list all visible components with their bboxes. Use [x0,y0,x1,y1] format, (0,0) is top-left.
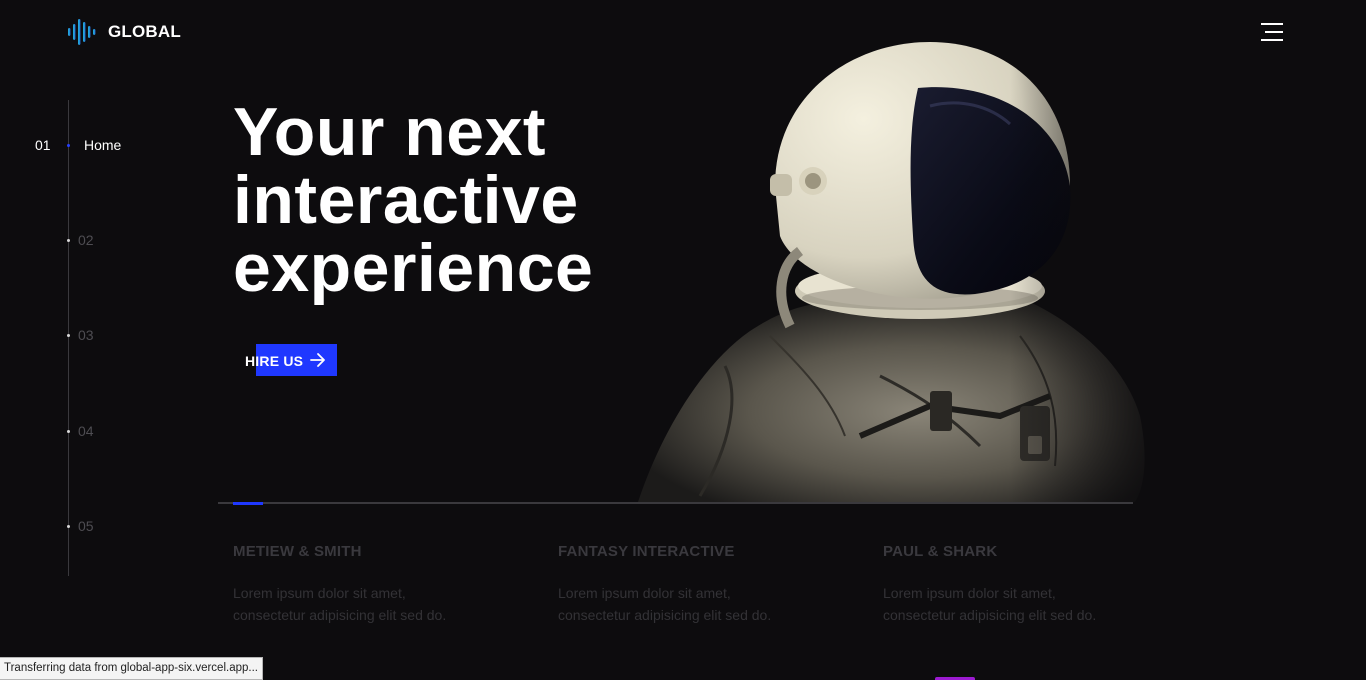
slider-divider [218,502,1133,504]
hero-title-line-3: experience [233,230,594,306]
side-nav-item-05[interactable]: 05 [0,516,200,536]
side-nav-number: 01 [35,137,51,153]
side-nav-number: 04 [78,423,94,439]
side-nav-dot [67,525,70,528]
client-item[interactable]: METIEW & SMITH Lorem ipsum dolor sit ame… [233,543,513,626]
side-nav-dot [67,144,70,147]
side-nav-number: 05 [78,518,94,534]
client-name: METIEW & SMITH [233,543,362,560]
side-nav-item-home[interactable]: 01 Home [0,135,200,155]
client-item[interactable]: PAUL & SHARK Lorem ipsum dolor sit amet,… [883,543,1163,626]
side-nav-number: 02 [78,232,94,248]
arrow-right-icon [310,353,325,367]
side-nav-dot [67,430,70,433]
side-nav-item-04[interactable]: 04 [0,421,200,441]
client-name: PAUL & SHARK [883,543,998,560]
side-nav-label: Home [84,137,122,153]
side-nav-dot [67,239,70,242]
hamburger-icon [1261,23,1283,41]
side-nav-item-03[interactable]: 03 [0,325,200,345]
logo-link[interactable]: GLOBAL [67,18,181,46]
hero-title-line-1: Your next [233,94,547,170]
side-nav-item-02[interactable]: 02 [0,230,200,250]
hero-title-line-2: interactive [233,162,579,238]
client-description: Lorem ipsum dolor sit amet, consectetur … [558,585,772,623]
client-description: Lorem ipsum dolor sit amet, consectetur … [233,585,447,623]
hire-us-button[interactable]: HIRE US [232,344,337,376]
side-nav-dot [67,334,70,337]
slider-progress-indicator [233,502,263,505]
hero-title: Your next interactive experience [233,98,693,302]
browser-status-bar: Transferring data from global-app-six.ve… [0,657,263,680]
side-nav-number: 03 [78,327,94,343]
sound-bars-icon [68,19,96,45]
client-item[interactable]: FANTASY INTERACTIVE Lorem ipsum dolor si… [558,543,838,626]
logo-text: GLOBAL [108,22,181,41]
hire-us-label: HIRE US [245,353,304,369]
astronaut-illustration [638,36,1150,502]
menu-button[interactable] [1259,21,1285,43]
client-name: FANTASY INTERACTIVE [558,543,735,560]
client-description: Lorem ipsum dolor sit amet, consectetur … [883,585,1097,623]
page: GLOBAL 01 Home 02 03 04 05 Your next int… [0,0,1366,680]
